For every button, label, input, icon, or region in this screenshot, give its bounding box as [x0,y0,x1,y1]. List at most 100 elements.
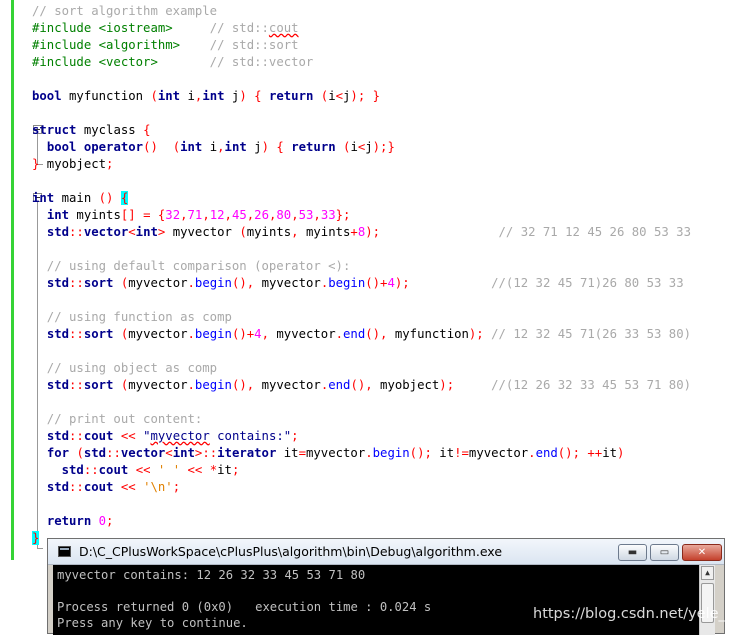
code-token: , [202,208,210,222]
code-line[interactable]: #include <algorithm> // std::sort [32,37,299,54]
code-token: << [120,480,136,494]
code-token: it [431,446,455,460]
code-token: ) [239,89,247,103]
code-token: 12 [209,208,225,222]
code-token: end [535,446,558,460]
code-line[interactable]: std::cout << '\n'; [32,479,180,496]
code-line[interactable]: std::sort (myvector.begin(), myvector.en… [32,377,691,394]
code-token: struct [32,123,77,137]
code-token: // using object as comp [32,361,218,375]
code-token: (), [365,327,388,341]
code-token: 4 [254,327,262,341]
code-token: // using default comparison (operator <)… [32,259,351,273]
console-scrollbar[interactable]: ▲ [699,565,715,635]
scroll-up-icon[interactable]: ▲ [701,566,714,580]
code-token: std [83,446,107,460]
code-token: ; [106,157,114,171]
code-token: ; [172,480,181,494]
code-line[interactable]: bool operator() (int i,int j) { return (… [32,139,395,156]
code-token: #include <vector> [32,55,158,69]
code-token: int [224,140,247,154]
code-line[interactable]: } myobject; [32,156,113,173]
code-token: // using function as comp [32,310,232,324]
code-token: ); [468,327,484,341]
code-token: int [202,89,225,103]
code-line[interactable]: int main () { [32,190,129,207]
code-token: ()+ [365,276,388,290]
code-token: myclass [76,123,144,137]
code-line[interactable]: std::sort (myvector.begin()+4, myvector.… [32,326,691,343]
code-token: myvector [128,276,188,290]
code-token: int [172,446,195,460]
code-line[interactable]: std::cout << ' ' << *it; [32,462,240,479]
code-token: :: [69,225,84,239]
console-output: myvector contains: 12 26 32 33 45 53 71 … [53,565,699,635]
code-token: // std::sort [180,38,299,52]
code-line[interactable]: #include <iostream> // std::cout [32,20,299,37]
code-line[interactable]: bool myfunction (int i,int j) { return (… [32,88,380,105]
minimize-button[interactable]: ▬ [618,544,647,561]
code-line[interactable]: int myints[] = {32,71,12,45,26,80,53,33}… [32,207,351,224]
code-token: i [180,89,195,103]
code-token: myvector [268,327,336,341]
code-line[interactable]: // using object as comp [32,360,217,377]
code-token: } [32,531,40,545]
code-line[interactable]: #include <vector> // std::vector [32,54,313,71]
code-token: myfunction [387,327,469,341]
console-titlebar[interactable]: D:\C_CPlusWorkSpace\cPlusPlus\algorithm\… [48,539,724,565]
code-token: :: [83,463,99,477]
code-token: ( [150,89,158,103]
close-button[interactable]: ✕ [682,544,722,561]
code-token: j [224,89,240,103]
code-line[interactable]: for (std::vector<int>::iterator it=myvec… [32,445,625,462]
code-token: :: [69,429,84,443]
code-token: cout [268,21,299,35]
code-line[interactable]: // using function as comp [32,309,232,326]
code-line[interactable]: std::cout << "myvector contains:"; [32,428,299,445]
code-line[interactable]: struct myclass { [32,122,150,139]
code-token: ( [239,225,247,239]
code-token: std [46,378,70,392]
code-token: 32 [165,208,181,222]
code-line[interactable]: // print out content: [32,411,202,428]
code-token: , [261,327,269,341]
code-token: cout [83,429,114,443]
code-line[interactable]: return 0; [32,513,114,530]
code-token: end [328,378,351,392]
code-token: myvector [306,446,366,460]
code-token: ( [172,140,181,154]
code-token: // std::vector [157,55,314,69]
code-token: ); [439,378,455,392]
code-token: i [350,140,358,154]
code-token: #include <algorithm> [32,38,181,52]
code-line[interactable]: std::vector<int> myvector (myints, myint… [32,224,691,241]
code-line[interactable]: // sort algorithm example [32,3,217,20]
code-token: ; [291,429,299,443]
code-token: myints [298,225,351,239]
code-token: #include <iostream> [32,21,173,35]
code-line[interactable]: // using default comparison (operator <)… [32,258,351,275]
code-token: it [602,446,618,460]
code-token: myvector [165,225,240,239]
code-token: j [365,140,373,154]
code-token: begin [372,446,410,460]
code-token: << [120,429,136,443]
code-token: contains:" [209,429,292,443]
code-line[interactable]: std::sort (myvector.begin(), myvector.be… [32,275,684,292]
code-token: (), [350,378,373,392]
maximize-button[interactable]: ▭ [650,544,679,561]
code-token: . [528,446,536,460]
code-line[interactable]: } [32,530,40,547]
code-token: bool [46,140,77,154]
code-token: ); [394,276,410,290]
code-token: , [217,140,225,154]
code-token: ' ' [157,463,181,477]
code-token: (); [557,446,580,460]
